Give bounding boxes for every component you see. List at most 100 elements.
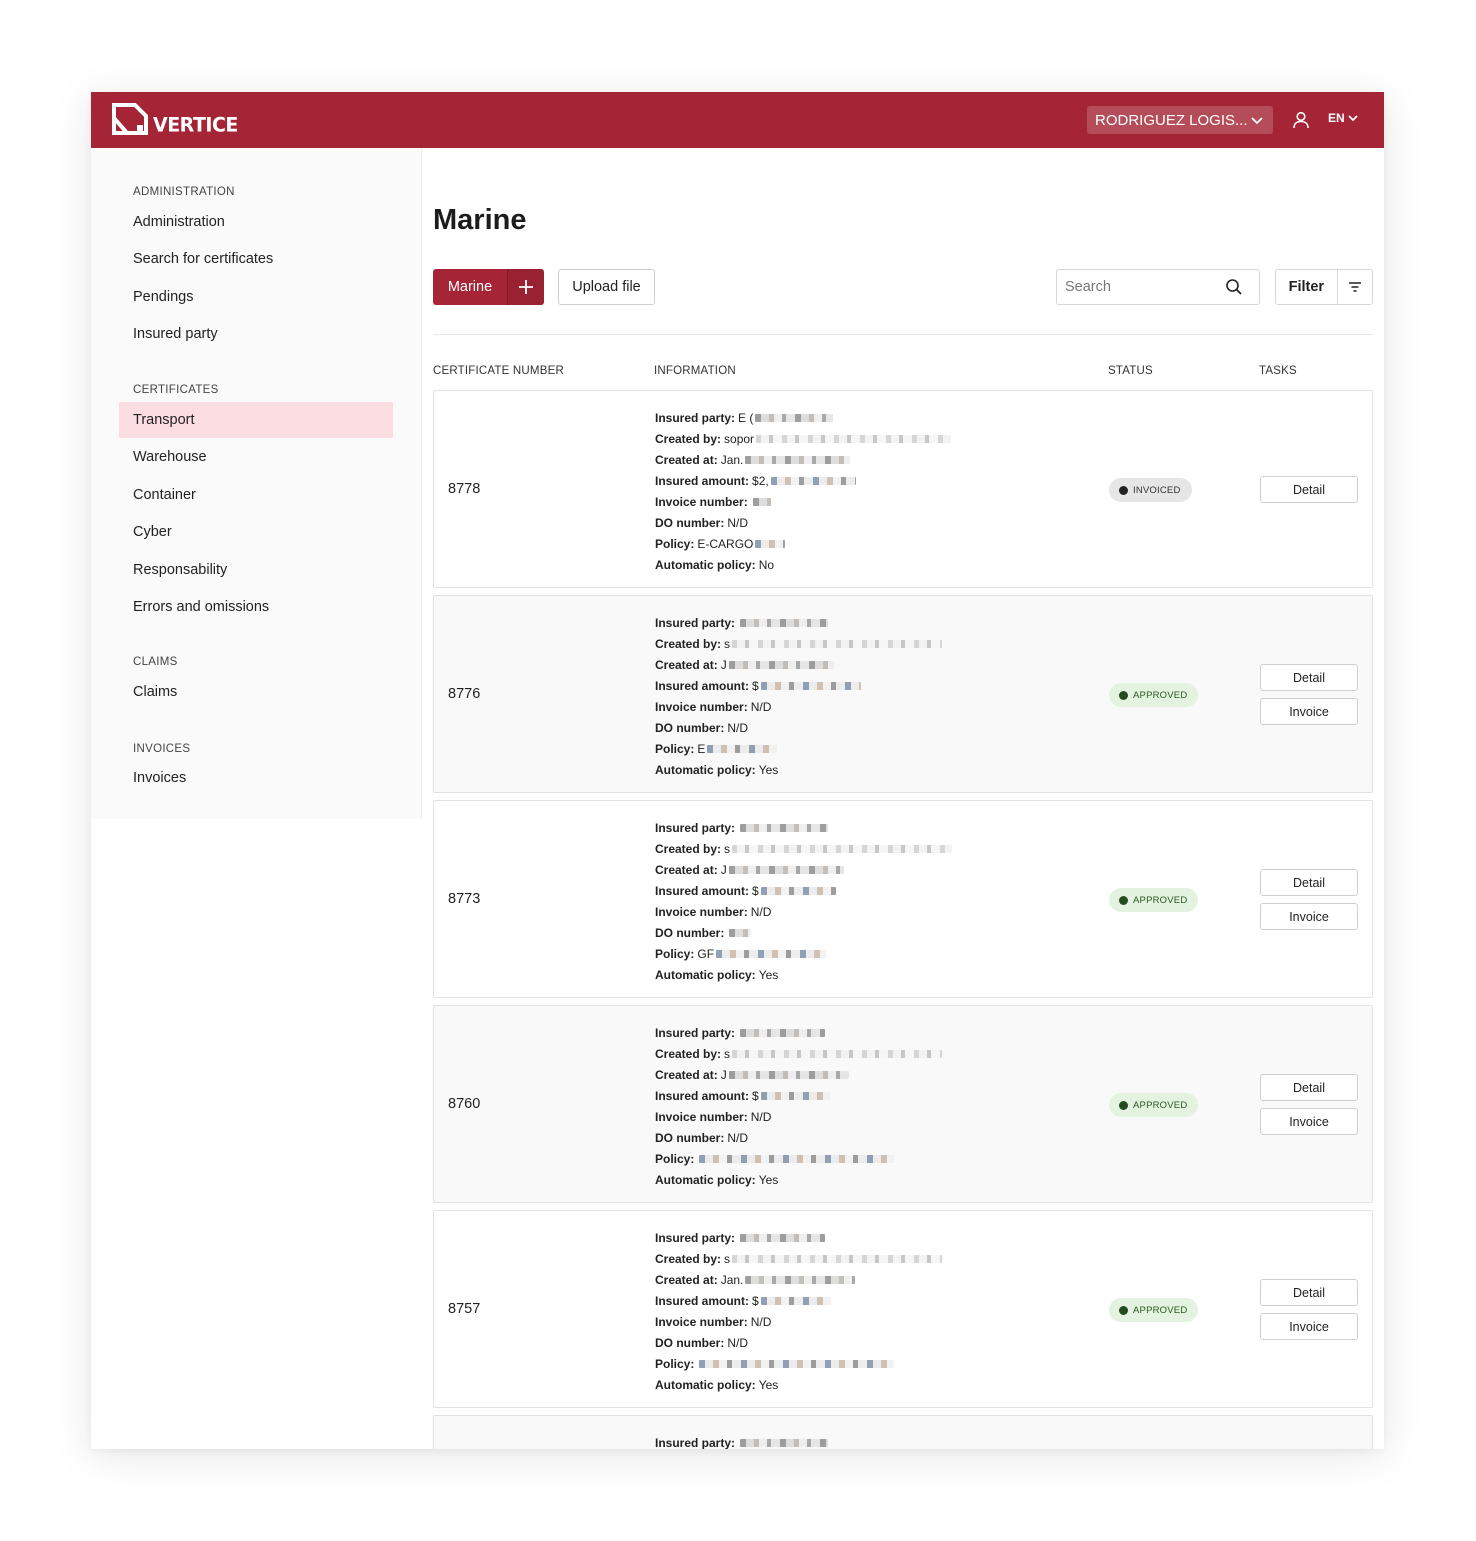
logo-mark-icon	[112, 103, 148, 135]
vertice-logo[interactable]: VERTICE	[111, 102, 238, 137]
info-field-value: sopor	[724, 431, 755, 446]
info-field-value: N/D	[750, 904, 772, 919]
info-field: DO number: N/D	[655, 1127, 942, 1148]
filter-button[interactable]: Filter	[1275, 269, 1373, 305]
sidebar-item-warehouse[interactable]: Warehouse	[119, 439, 393, 475]
detail-button[interactable]: Detail	[1260, 1279, 1358, 1306]
info-field: Created by: s	[655, 1248, 943, 1269]
info-field-value: E (	[738, 410, 754, 425]
info-field-label: DO number:	[655, 1130, 725, 1145]
info-field: Policy: E	[655, 738, 942, 759]
info-field-label: Invoice number:	[655, 494, 748, 509]
status-label: APPROVED	[1133, 1099, 1188, 1111]
sidebar-item-errors-omissions[interactable]: Errors and omissions	[119, 589, 393, 625]
info-field: Policy: E-CARGO	[655, 533, 951, 554]
filter-label: Filter	[1288, 279, 1325, 295]
info-field-value: Yes	[758, 1377, 779, 1392]
info-field-value: Jan.	[720, 452, 744, 467]
redacted-value	[745, 455, 851, 464]
sidebar-item-search-certificates[interactable]: Search for certificates	[119, 241, 393, 277]
info-field-value: Yes	[758, 1172, 779, 1187]
status-dot-icon	[1119, 1100, 1128, 1110]
certificate-number: 8776	[448, 686, 481, 702]
sidebar-item-claims[interactable]: Claims	[119, 674, 393, 710]
info-field-label: Invoice number:	[655, 699, 748, 714]
info-field: Insured amount: $	[655, 1085, 942, 1106]
info-field-label: Created at:	[655, 862, 718, 877]
sidebar-section-invoices: INVOICES	[133, 743, 191, 755]
info-field-label: Automatic policy:	[655, 1172, 756, 1187]
info-field: Insured amount: $2,	[655, 470, 951, 491]
new-marine-button[interactable]: Marine	[433, 269, 544, 305]
user-icon[interactable]	[1291, 110, 1311, 130]
filter-icon[interactable]	[1336, 270, 1372, 304]
info-field: Created at: J	[655, 1064, 942, 1085]
column-header-status: STATUS	[1108, 365, 1153, 377]
info-field-label: Insured party:	[655, 615, 736, 630]
info-field-label: Insured amount:	[655, 473, 750, 488]
invoice-button[interactable]: Invoice	[1260, 1313, 1358, 1340]
info-field-value: $	[752, 678, 759, 693]
info-field-label: Automatic policy:	[655, 557, 756, 572]
info-field: Automatic policy: No	[655, 554, 951, 575]
info-field-label: Automatic policy:	[655, 967, 756, 982]
redacted-value	[728, 865, 844, 874]
info-field-label: Insured party:	[655, 1025, 736, 1040]
sidebar-item-invoices[interactable]: Invoices	[119, 760, 393, 796]
invoice-button[interactable]: Invoice	[1260, 1108, 1358, 1135]
detail-button[interactable]: Detail	[1260, 1074, 1358, 1101]
sidebar-item-insured-party[interactable]: Insured party	[119, 316, 393, 352]
detail-button[interactable]: Detail	[1260, 869, 1358, 896]
info-field: Insured amount: $	[655, 675, 942, 696]
sidebar-item-transport[interactable]: Transport	[119, 402, 393, 438]
plus-icon[interactable]	[507, 269, 544, 305]
redacted-value	[770, 476, 856, 485]
detail-button[interactable]: Detail	[1260, 664, 1358, 691]
search-icon[interactable]	[1225, 278, 1243, 296]
info-field-value: $	[752, 1088, 759, 1103]
info-field: Created at: J	[655, 654, 942, 675]
info-field-value: s	[724, 1046, 731, 1061]
search-input[interactable]	[1057, 279, 1217, 295]
info-field: Automatic policy: Yes	[655, 759, 942, 780]
sidebar-item-container[interactable]: Container	[119, 477, 393, 513]
language-label: EN	[1328, 111, 1345, 125]
redacted-value	[740, 1438, 829, 1447]
redacted-value	[732, 844, 953, 853]
certificate-information: Insured party: Created by: s Created at: Jan…	[655, 1227, 943, 1395]
status-dot-icon	[1119, 690, 1128, 700]
language-selector[interactable]: EN	[1328, 111, 1359, 125]
invoice-button[interactable]: Invoice	[1260, 903, 1358, 930]
table-row: 8776 Insured party: Created by: s Created at…	[433, 595, 1373, 793]
invoice-button[interactable]: Invoice	[1260, 698, 1358, 725]
sidebar-item-cyber[interactable]: Cyber	[119, 514, 393, 550]
info-field: Insured party:	[655, 1022, 942, 1043]
info-field-label: Insured party:	[655, 1435, 736, 1450]
info-field: Automatic policy: Yes	[655, 1374, 942, 1395]
info-field: Created at: Jan.	[655, 449, 951, 470]
info-field: Insured party: E (	[655, 407, 951, 428]
detail-button[interactable]: Detail	[1260, 476, 1358, 503]
search-field[interactable]	[1056, 269, 1260, 305]
info-field-label: Insured amount:	[655, 678, 750, 693]
upload-file-button[interactable]: Upload file	[558, 269, 655, 305]
redacted-value	[732, 639, 943, 648]
sidebar-item-administration[interactable]: Administration	[119, 204, 393, 240]
info-field-value: s	[724, 636, 731, 651]
sidebar-item-pendings[interactable]: Pendings	[119, 279, 393, 315]
info-field-value: Yes	[758, 967, 779, 982]
redacted-value	[760, 886, 836, 895]
sidebar: ADMINISTRATION Administration Search for…	[91, 148, 422, 819]
sidebar-item-responsability[interactable]: Responsability	[119, 552, 393, 588]
info-field-label: Created by:	[655, 841, 722, 856]
company-selector[interactable]: RODRIGUEZ LOGIS...	[1087, 106, 1273, 134]
sidebar-section-administration: ADMINISTRATION	[133, 186, 235, 198]
redacted-value	[760, 1091, 831, 1100]
info-field-label: Insured amount:	[655, 1088, 750, 1103]
logo-text: VERTICE	[153, 113, 238, 137]
info-field: Policy:	[655, 1353, 942, 1374]
chevron-down-icon	[1251, 117, 1263, 125]
info-field-label: Created by:	[655, 431, 722, 446]
info-field-label: Policy:	[655, 741, 695, 756]
redacted-value	[729, 928, 752, 937]
